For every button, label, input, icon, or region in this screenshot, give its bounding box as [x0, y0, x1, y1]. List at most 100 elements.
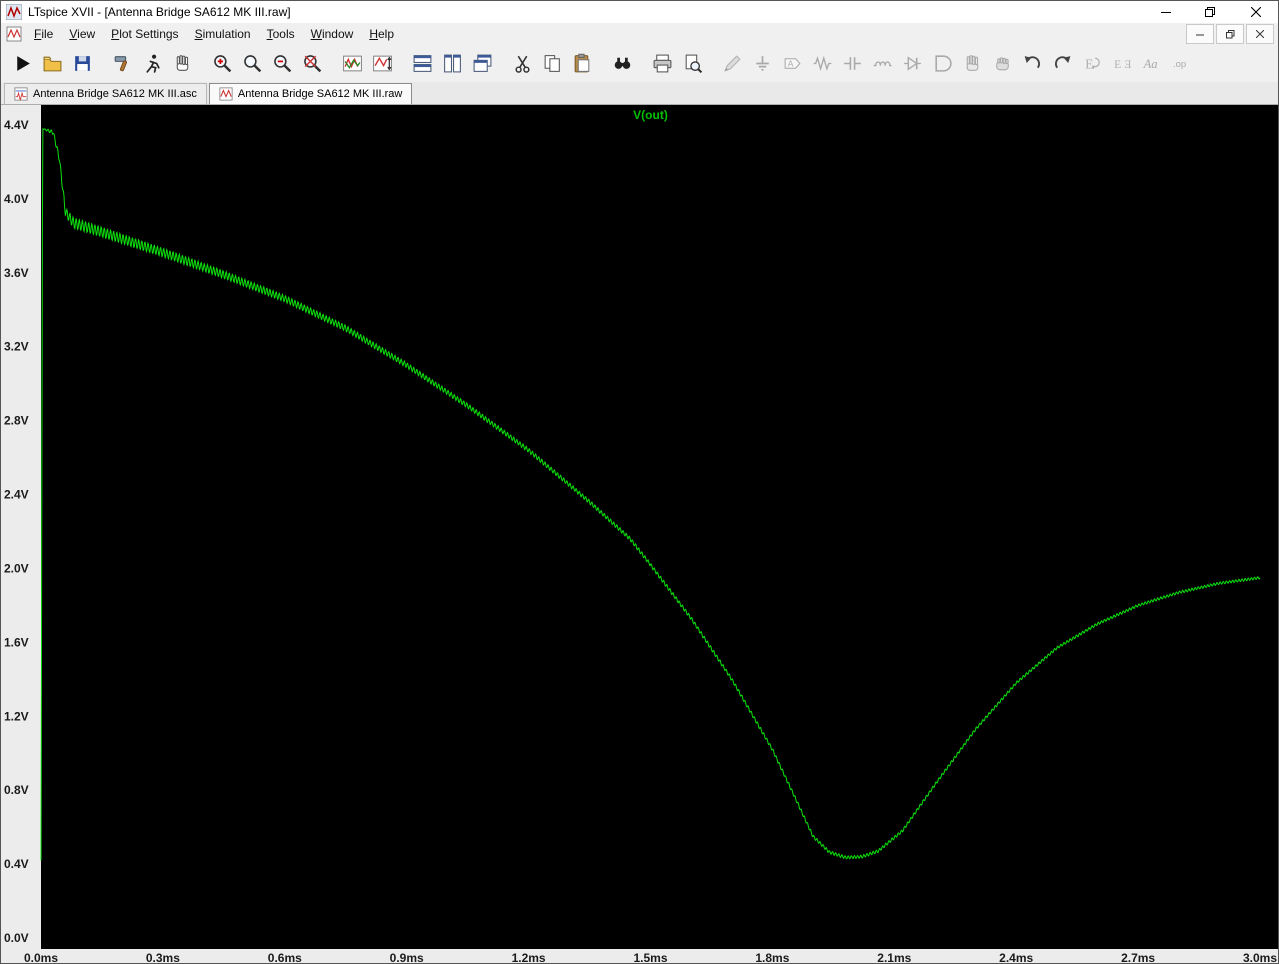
svg-text:E: E [1085, 57, 1093, 72]
x-axis-label[interactable]: 1.2ms [512, 951, 546, 964]
x-axis-label[interactable]: 0.3ms [146, 951, 180, 964]
run-button[interactable] [9, 50, 35, 77]
ground-icon [755, 56, 769, 71]
runner-icon [145, 54, 160, 73]
x-axis-label[interactable]: 1.5ms [633, 951, 667, 964]
ltspice-window: LTspice XVII - [Antenna Bridge SA612 MK … [0, 0, 1279, 964]
y-axis-label[interactable]: 4.0V [4, 192, 29, 206]
spice-directive-button: .op [1169, 50, 1195, 77]
plot-settings-button[interactable] [339, 50, 365, 77]
copy-button[interactable] [539, 50, 565, 77]
y-axis-label[interactable]: 0.8V [4, 783, 29, 797]
menu-tools[interactable]: Tools [259, 24, 303, 44]
menu-file[interactable]: File [26, 24, 61, 44]
y-axis-label[interactable]: 0.0V [4, 931, 29, 945]
find-button[interactable] [609, 50, 635, 77]
x-axis-label[interactable]: 0.0ms [24, 951, 58, 964]
halt-button[interactable] [169, 50, 195, 77]
schematic-file-icon [14, 87, 28, 101]
toolbar: A E E E Aa .op [1, 45, 1278, 83]
close-button[interactable] [1233, 1, 1278, 23]
redo-button[interactable] [1049, 50, 1075, 77]
component-button [929, 50, 955, 77]
rotate-button: E [1079, 50, 1105, 77]
draw-wire-button [719, 50, 745, 77]
zoomout-icon [273, 55, 291, 73]
mirror-button: EE [1109, 50, 1135, 77]
mdi-restore-icon [1225, 29, 1234, 38]
x-axis-label[interactable]: 2.4ms [999, 951, 1033, 964]
redo-icon [1054, 56, 1070, 69]
x-axis-label[interactable]: 0.9ms [390, 951, 424, 964]
save-button[interactable] [69, 50, 95, 77]
undo-button[interactable] [1019, 50, 1045, 77]
cut-button[interactable] [509, 50, 535, 77]
inductor-button [869, 50, 895, 77]
move-button [959, 50, 985, 77]
zoom-out-button[interactable] [269, 50, 295, 77]
mirror-icon: EE [1114, 59, 1131, 71]
textAa-icon: Aa [1142, 57, 1157, 71]
op-icon: .op [1173, 59, 1186, 70]
open-button[interactable] [39, 50, 65, 77]
waveform-document-icon[interactable] [6, 26, 22, 42]
y-axis-label[interactable]: 3.2V [4, 340, 29, 354]
resistor-button [809, 50, 835, 77]
mdi-restore-button[interactable] [1216, 24, 1244, 44]
y-axis-label[interactable]: 2.4V [4, 488, 29, 502]
y-axis-label[interactable]: 0.4V [4, 857, 29, 871]
y-axis-label[interactable]: 2.0V [4, 561, 29, 575]
y-axis-label[interactable]: 1.2V [4, 709, 29, 723]
zoom-full-extents-button[interactable] [299, 50, 325, 77]
mdi-close-button[interactable] [1246, 24, 1274, 44]
tab-label: Antenna Bridge SA612 MK III.raw [237, 88, 403, 100]
control-panel-button[interactable] [109, 50, 135, 77]
resistor-icon [813, 55, 831, 72]
print-preview-button[interactable] [679, 50, 705, 77]
preview-icon [685, 54, 702, 74]
minimize-icon [1160, 12, 1171, 13]
zoom-in-button[interactable] [209, 50, 235, 77]
autorange-y-button[interactable] [369, 50, 395, 77]
x-axis-label[interactable]: 0.6ms [268, 951, 302, 964]
y-axis-label[interactable]: 1.6V [4, 635, 29, 649]
label-icon: A [784, 58, 801, 69]
copy-icon [544, 55, 560, 72]
window-controls [1143, 1, 1278, 23]
y-axis-label[interactable]: 2.8V [4, 414, 29, 428]
x-axis-label[interactable]: 2.1ms [877, 951, 911, 964]
minimize-button[interactable] [1143, 1, 1188, 23]
run-simulation-button[interactable] [139, 50, 165, 77]
tab-waveform-raw[interactable]: Antenna Bridge SA612 MK III.raw [208, 83, 413, 104]
cut-icon [514, 55, 530, 73]
play-icon [16, 56, 30, 71]
zoom-back-button[interactable] [239, 50, 265, 77]
plot-area[interactable] [41, 105, 1279, 949]
print-button[interactable] [649, 50, 675, 77]
menu-simulation[interactable]: Simulation [187, 24, 259, 44]
tileh-icon [413, 55, 431, 72]
menu-window[interactable]: Window [303, 24, 362, 44]
tab-schematic-asc[interactable]: Antenna Bridge SA612 MK III.asc [4, 83, 207, 104]
tile-vertical-button[interactable] [439, 50, 465, 77]
trace-legend-vout[interactable]: V(out) [633, 108, 668, 122]
menu-plot-settings[interactable]: Plot Settings [103, 24, 186, 44]
menu-help[interactable]: Help [361, 24, 402, 44]
restore-button[interactable] [1188, 1, 1233, 23]
paste-button[interactable] [569, 50, 595, 77]
cascade-windows-button[interactable] [469, 50, 495, 77]
x-axis-label[interactable]: 1.8ms [755, 951, 789, 964]
tab-bar: Antenna Bridge SA612 MK III.asc Antenna B… [1, 82, 1278, 105]
y-axis-label[interactable]: 3.6V [4, 266, 29, 280]
x-axis-label[interactable]: 2.7ms [1121, 951, 1155, 964]
x-axis-label[interactable]: 3.0ms [1243, 951, 1277, 964]
svg-text:A: A [787, 59, 793, 69]
mdi-minimize-button[interactable] [1186, 24, 1214, 44]
menu-view[interactable]: View [61, 24, 103, 44]
pencil-icon [723, 55, 741, 72]
restore-icon [1205, 6, 1215, 17]
hand-icon [176, 55, 188, 71]
mdi-window-controls [1184, 24, 1274, 44]
tile-horizontal-button[interactable] [409, 50, 435, 77]
y-axis-label[interactable]: 4.4V [4, 118, 29, 132]
